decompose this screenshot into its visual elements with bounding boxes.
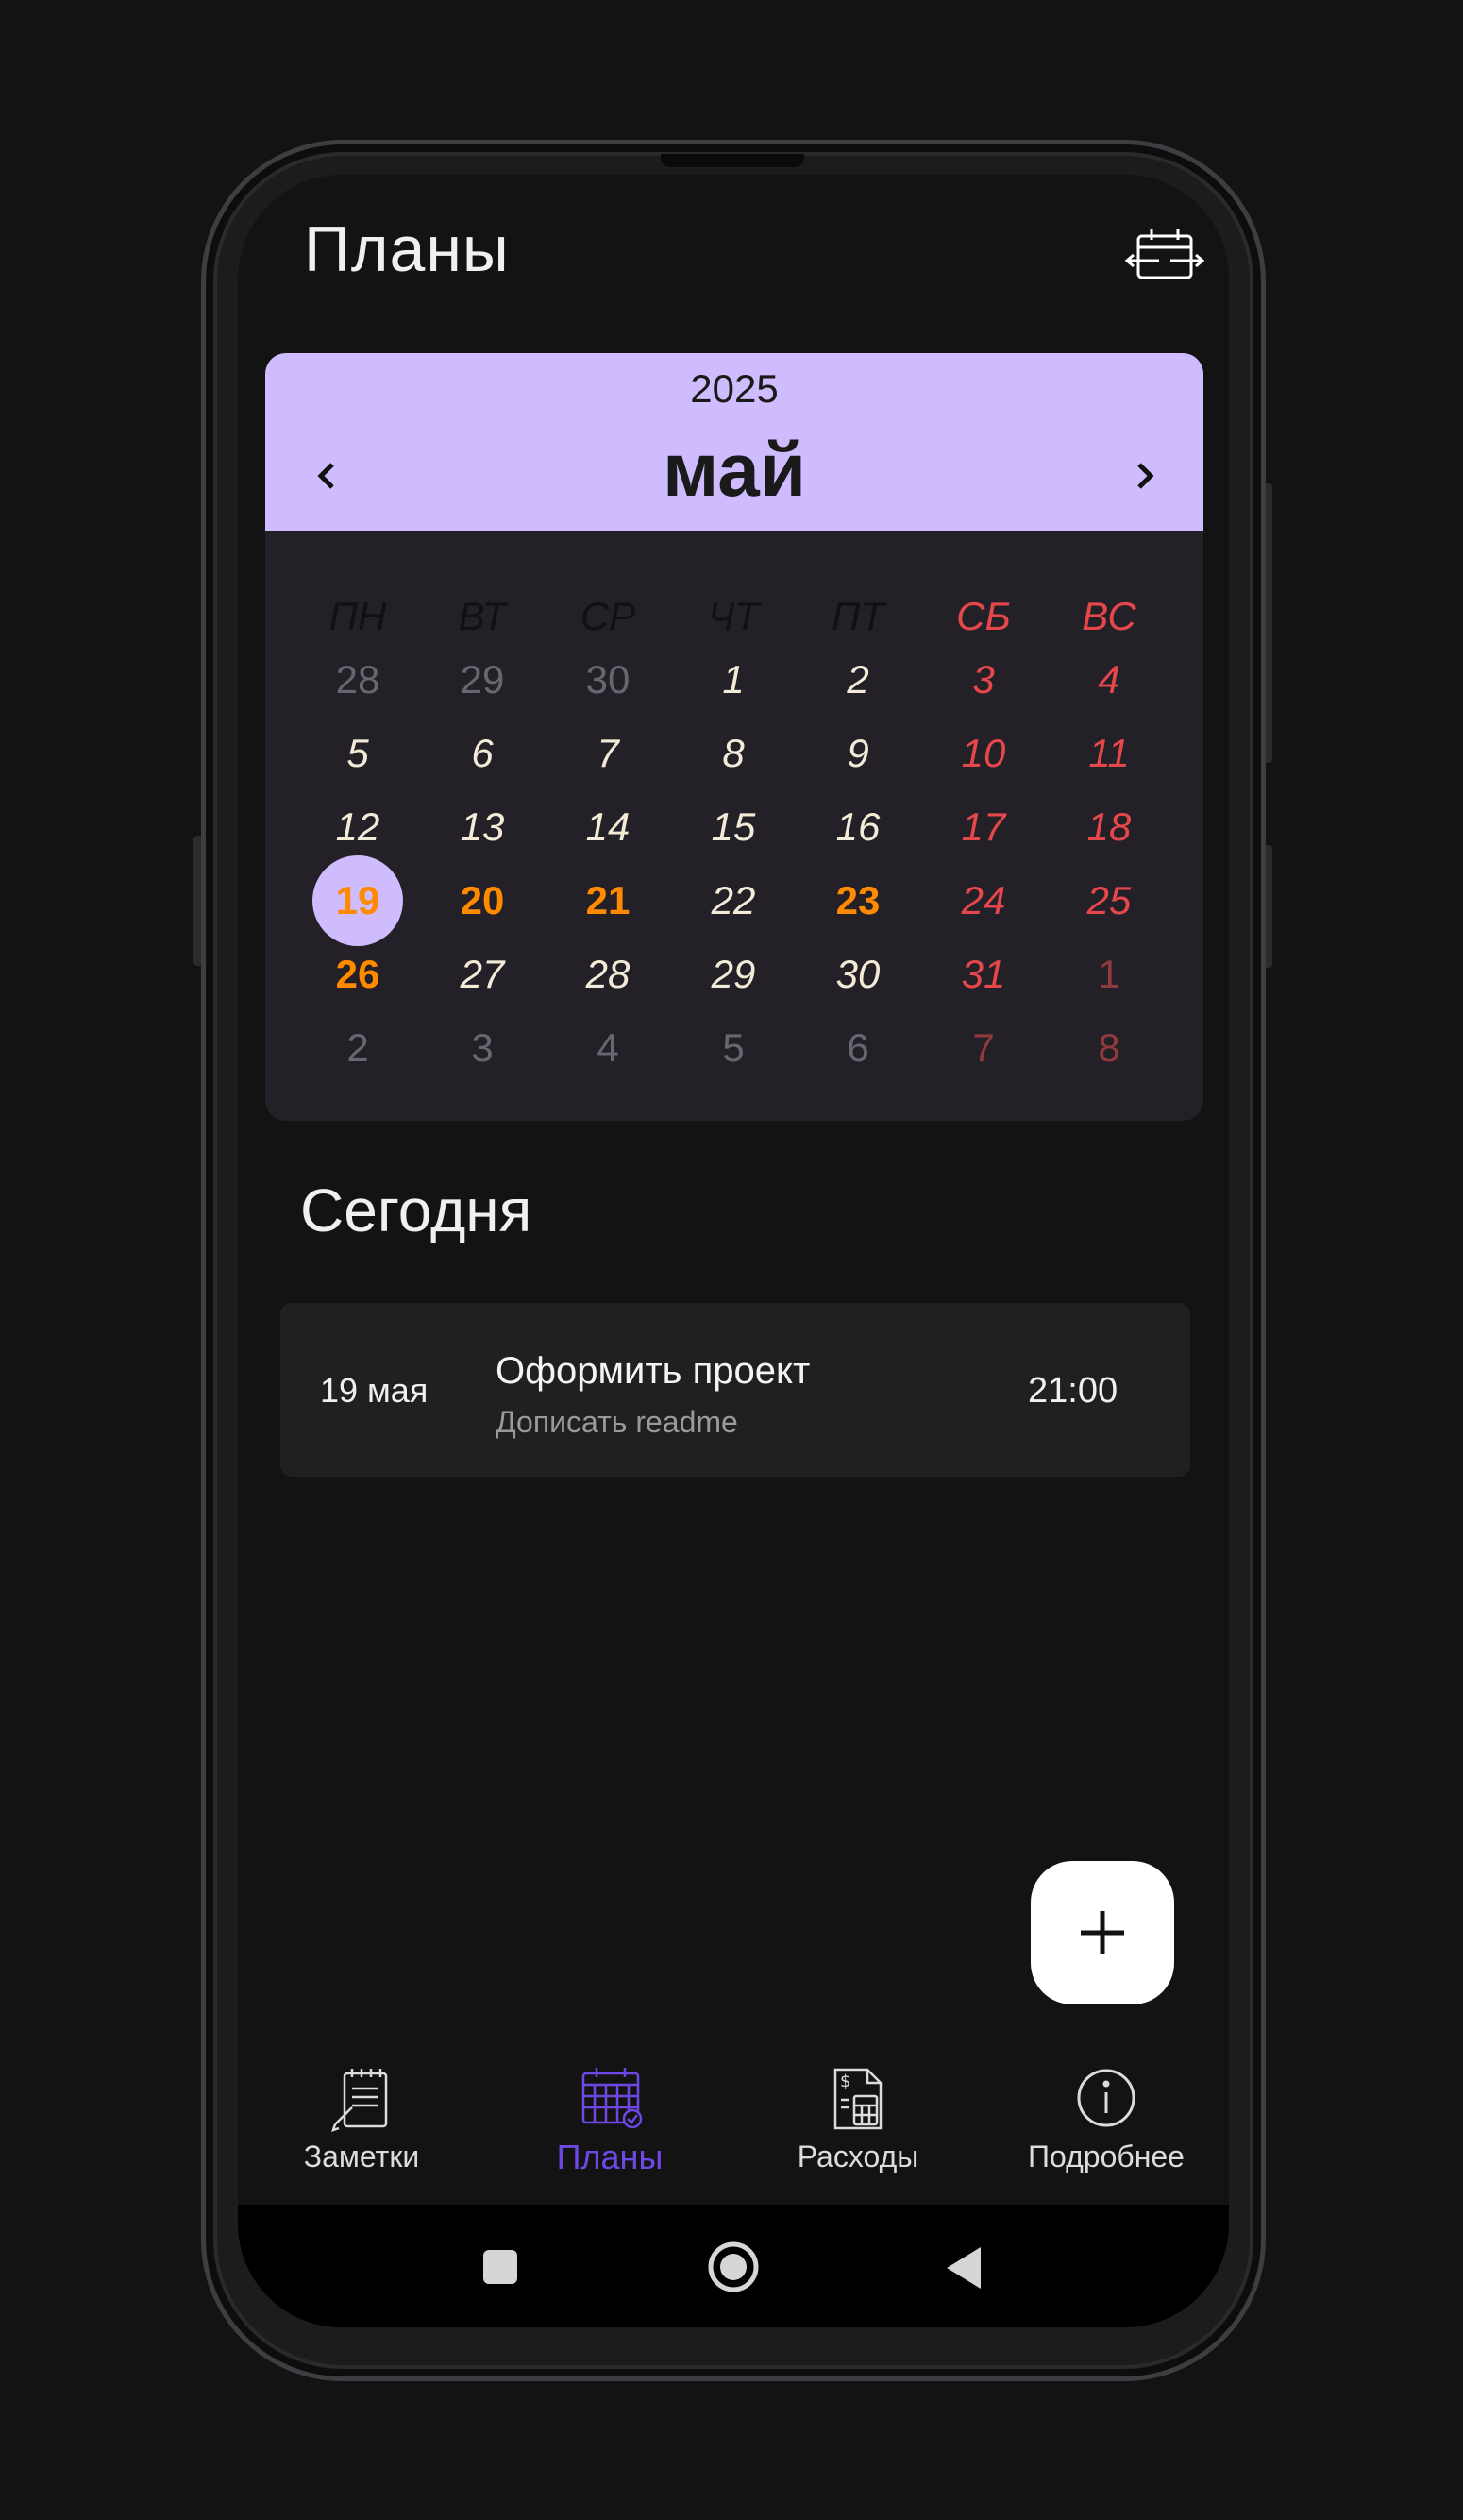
calendar-day[interactable]: 1: [686, 651, 781, 708]
calendar-day[interactable]: 30: [561, 651, 655, 708]
system-nav-bar: [238, 2205, 1229, 2327]
calendar-day[interactable]: 2: [311, 1020, 405, 1076]
calendar-day[interactable]: 3: [435, 1020, 530, 1076]
calendar-day[interactable]: 3: [936, 651, 1031, 708]
calendar-day[interactable]: 18: [1062, 799, 1156, 855]
calendar-day[interactable]: 7: [561, 725, 655, 782]
calendar-day[interactable]: 29: [435, 651, 530, 708]
app-screen: Планы 2025 май ПН ВТ СР ЧТ ПТ СБ ВС 28 29 30 1 2 3 4 5…: [238, 175, 1229, 2327]
calendar-day[interactable]: 31: [936, 946, 1031, 1003]
calendar-day[interactable]: 12: [311, 799, 405, 855]
task-time: 21:00: [1028, 1371, 1118, 1411]
calendar-day[interactable]: 8: [686, 725, 781, 782]
weekday-label: ВС: [1082, 594, 1136, 638]
calendar-icon: [581, 2068, 643, 2128]
calendar-day[interactable]: 2: [811, 651, 905, 708]
home-circle-icon: [708, 2241, 759, 2292]
calendar-day[interactable]: 29: [686, 946, 781, 1003]
next-month-button[interactable]: [1117, 448, 1173, 504]
calendar-day[interactable]: 24: [936, 872, 1031, 929]
task-date: 19 мая: [320, 1371, 429, 1410]
calendar-day[interactable]: 22: [686, 872, 781, 929]
calendar-day[interactable]: 14: [561, 799, 655, 855]
invoice-calculator-icon: $: [833, 2068, 883, 2130]
weekday-label: ПТ: [831, 594, 885, 638]
notepad-icon: [331, 2069, 388, 2132]
nav-label-more: Подробнее: [1028, 2139, 1185, 2173]
task-card[interactable]: 19 мая Оформить проект Дописать readme 2…: [280, 1303, 1190, 1477]
calendar-day[interactable]: 4: [1062, 651, 1156, 708]
calendar-day[interactable]: 11: [1062, 725, 1156, 782]
calendar-day[interactable]: 26: [311, 946, 405, 1003]
page-title: Планы: [304, 213, 510, 285]
calendar-year: 2025: [690, 366, 779, 411]
calendar-day[interactable]: 16: [811, 799, 905, 855]
nav-label-notes: Заметки: [303, 2139, 420, 2173]
calendar-day[interactable]: 13: [435, 799, 530, 855]
calendar-header: 2025 май: [265, 353, 1203, 531]
calendar-day[interactable]: 4: [561, 1020, 655, 1076]
calendar-day[interactable]: 21: [561, 872, 655, 929]
nav-item-more[interactable]: Подробнее: [993, 2058, 1219, 2190]
calendar-day-today[interactable]: 19: [311, 872, 405, 929]
today-section-title: Сегодня: [300, 1176, 532, 1244]
calendar-day[interactable]: 8: [1062, 1020, 1156, 1076]
home-button[interactable]: [707, 2241, 760, 2298]
info-icon: [1077, 2069, 1135, 2127]
calendar-day[interactable]: 28: [561, 946, 655, 1003]
calendar-day[interactable]: 30: [811, 946, 905, 1003]
svg-text:$: $: [840, 2072, 850, 2091]
calendar-day[interactable]: 1: [1062, 946, 1156, 1003]
chevron-right-icon: [1137, 463, 1154, 489]
calendar-day[interactable]: 20: [435, 872, 530, 929]
calendar-day[interactable]: 7: [936, 1020, 1031, 1076]
back-button[interactable]: [943, 2244, 984, 2296]
square-icon: [483, 2250, 517, 2284]
bottom-nav: Заметки Планы $ Расходы Подробнее: [238, 2058, 1229, 2190]
task-subtitle: Дописать readme: [496, 1405, 738, 1439]
calendar: 2025 май ПН ВТ СР ЧТ ПТ СБ ВС 28 29 30 1 2 3 4 5 6 7 8 9 10…: [265, 353, 1203, 1121]
calendar-day[interactable]: 10: [936, 725, 1031, 782]
nav-item-notes[interactable]: Заметки: [248, 2058, 475, 2190]
nav-label-plans: Планы: [556, 2138, 664, 2176]
calendar-day[interactable]: 28: [311, 651, 405, 708]
back-triangle-icon: [947, 2247, 981, 2289]
chevron-left-icon: [317, 463, 334, 489]
nav-item-plans[interactable]: Планы: [496, 2058, 723, 2190]
calendar-day[interactable]: 5: [311, 725, 405, 782]
recents-button[interactable]: [481, 2248, 519, 2291]
calendar-day[interactable]: 6: [811, 1020, 905, 1076]
calendar-month: май: [663, 428, 806, 512]
calendar-day[interactable]: 27: [435, 946, 530, 1003]
calendar-day[interactable]: 15: [686, 799, 781, 855]
calendar-day[interactable]: 5: [686, 1020, 781, 1076]
calendar-day[interactable]: 25: [1062, 872, 1156, 929]
weekday-label: СБ: [956, 594, 1011, 638]
plus-icon: [1081, 1911, 1124, 1954]
nav-label-expenses: Расходы: [797, 2139, 919, 2173]
speaker-notch: [661, 154, 804, 167]
prev-month-button[interactable]: [298, 448, 355, 504]
add-plan-button[interactable]: [1031, 1861, 1174, 2004]
weekday-label: СР: [580, 594, 636, 638]
task-title: Оформить проект: [496, 1350, 811, 1392]
weekday-label: ПН: [328, 594, 387, 638]
weekday-label: ЧТ: [708, 594, 759, 638]
calendar-day[interactable]: 23: [811, 872, 905, 929]
calendar-day[interactable]: 6: [435, 725, 530, 782]
nav-item-expenses[interactable]: $ Расходы: [745, 2058, 971, 2190]
calendar-swap-icon[interactable]: [1124, 227, 1205, 283]
calendar-day[interactable]: 9: [811, 725, 905, 782]
calendar-day[interactable]: 17: [936, 799, 1031, 855]
weekday-label: ВТ: [458, 594, 507, 638]
